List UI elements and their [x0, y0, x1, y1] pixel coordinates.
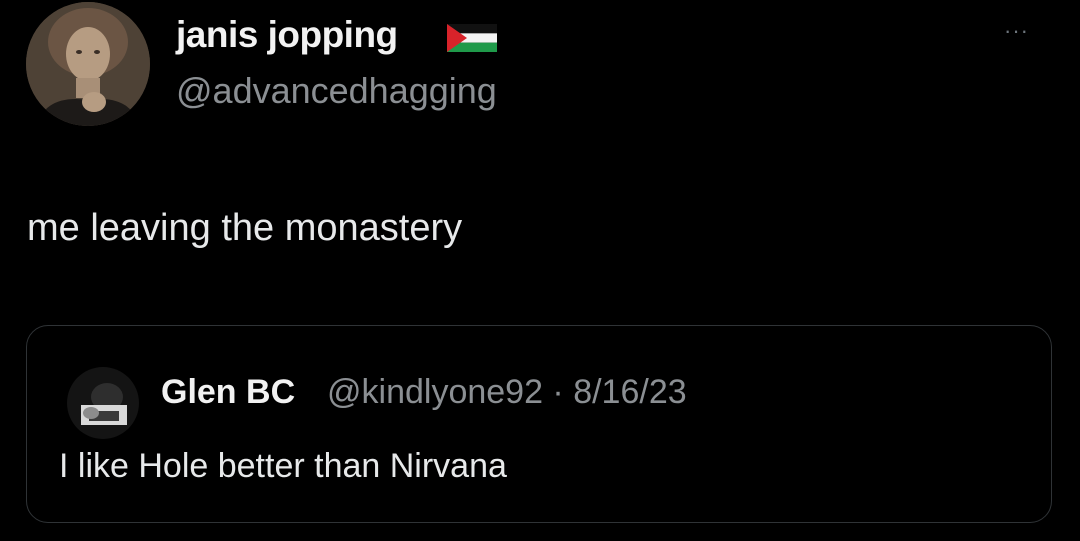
- avatar-portrait-image: [26, 2, 150, 126]
- quoted-author-name[interactable]: Glen BC: [161, 373, 295, 412]
- palestine-flag-icon: [447, 24, 497, 52]
- author-handle[interactable]: @advancedhagging: [176, 70, 497, 112]
- author-avatar[interactable]: [26, 2, 150, 126]
- author-display-name[interactable]: janis jopping: [176, 14, 398, 56]
- quoted-author-avatar[interactable]: [67, 367, 139, 439]
- quoted-tweet-card[interactable]: Glen BC @kindlyone92 · 8/16/23 I like Ho…: [26, 325, 1052, 523]
- quoted-tweet-text: I like Hole better than Nirvana: [59, 447, 507, 485]
- quoted-author-handle-date: @kindlyone92 · 8/16/23: [327, 373, 687, 411]
- tweet-text: me leaving the monastery: [27, 207, 463, 249]
- more-options-icon[interactable]: ···: [1004, 20, 1029, 42]
